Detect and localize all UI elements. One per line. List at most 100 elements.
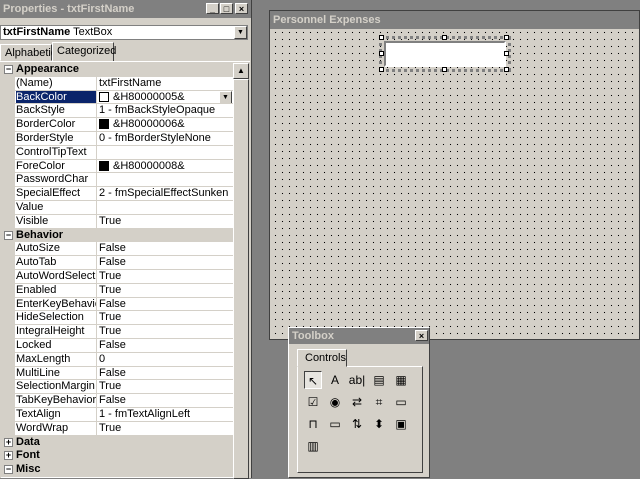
property-value[interactable]: True	[99, 270, 233, 283]
property-value[interactable]: False	[99, 367, 233, 380]
resize-handle[interactable]	[379, 51, 384, 56]
property-row[interactable]: Enabled True	[1, 283, 233, 298]
category-row[interactable]: − Misc	[1, 463, 233, 477]
commandbutton-icon[interactable]: ▭	[392, 393, 410, 411]
checkbox-icon[interactable]: ☑	[304, 393, 322, 411]
property-row[interactable]: BackStyle 1 - fmBackStyleOpaque	[1, 104, 233, 119]
property-row[interactable]: IntegralHeight True	[1, 325, 233, 339]
property-value[interactable]: &H80000008&	[99, 160, 233, 173]
frame-icon[interactable]: ⌗	[370, 393, 388, 411]
property-value[interactable]: True	[99, 215, 233, 228]
property-grid-scrollbar[interactable]: ▲	[233, 63, 249, 479]
property-row[interactable]: MultiLine False	[1, 366, 233, 381]
property-row[interactable]: ControlTipText	[1, 145, 233, 160]
property-row[interactable]: Visible True	[1, 214, 233, 229]
property-row[interactable]: HideSelection True	[1, 311, 233, 326]
property-value[interactable]: False	[99, 298, 233, 311]
combobox-icon[interactable]: ▤	[370, 371, 388, 389]
resize-handle[interactable]	[504, 67, 509, 72]
resize-handle[interactable]	[504, 35, 509, 40]
select-objects-icon[interactable]: ↖	[304, 371, 322, 389]
object-selector[interactable]: txtFirstName TextBox ▼	[0, 25, 248, 40]
spinbutton-icon[interactable]: ⬍	[370, 415, 388, 433]
property-value[interactable]: txtFirstName	[99, 77, 233, 90]
close-icon[interactable]: ×	[415, 330, 428, 341]
property-row[interactable]: MaxLength 0	[1, 352, 233, 367]
properties-titlebar[interactable]: Properties - txtFirstName _ □ ×	[0, 0, 251, 18]
property-value[interactable]: False	[99, 242, 233, 255]
expand-icon[interactable]: +	[4, 437, 13, 447]
property-value[interactable]	[99, 146, 233, 159]
chevron-down-icon[interactable]: ▼	[234, 26, 247, 39]
tab-controls[interactable]: Controls	[297, 349, 347, 367]
property-value[interactable]: False	[99, 394, 233, 407]
property-row[interactable]: Value	[1, 200, 233, 215]
expand-icon[interactable]: +	[4, 451, 13, 461]
refedit-icon[interactable]: ▥	[304, 437, 322, 455]
resize-handle[interactable]	[379, 67, 384, 72]
scroll-up-icon[interactable]: ▲	[233, 63, 249, 79]
resize-handle[interactable]	[442, 67, 447, 72]
collapse-icon[interactable]: −	[4, 465, 13, 475]
property-row[interactable]: TextAlign 1 - fmTextAlignLeft	[1, 407, 233, 422]
scroll-thumb[interactable]	[233, 79, 249, 479]
optionbutton-icon[interactable]: ◉	[326, 393, 344, 411]
textbox-icon[interactable]: ab|	[348, 371, 366, 389]
property-value[interactable]	[99, 201, 233, 214]
property-value[interactable]: True	[99, 311, 233, 324]
property-row[interactable]: AutoWordSelect True	[1, 269, 233, 284]
property-row[interactable]: BorderStyle 0 - fmBorderStyleNone	[1, 131, 233, 146]
property-value[interactable]: 0	[99, 353, 233, 366]
tab-alphabetic[interactable]: Alphabetic	[0, 44, 56, 61]
property-row[interactable]: ForeColor &H80000008&	[1, 159, 233, 174]
resize-handle[interactable]	[442, 35, 447, 40]
designer-titlebar[interactable]: Personnel Expenses	[270, 11, 639, 29]
property-row[interactable]: AutoSize False	[1, 242, 233, 257]
property-row[interactable]: SpecialEffect 2 - fmSpecialEffectSunken	[1, 187, 233, 201]
property-row[interactable]: BorderColor &H80000006&	[1, 118, 233, 132]
collapse-icon[interactable]: −	[4, 230, 13, 240]
txtfirstname-textbox[interactable]	[379, 36, 511, 72]
tabstrip-icon[interactable]: ⊓	[304, 415, 322, 433]
image-icon[interactable]: ▣	[392, 415, 410, 433]
property-row[interactable]: WordWrap True	[1, 421, 233, 436]
minimize-icon[interactable]: _	[206, 3, 219, 14]
label-icon[interactable]: A	[326, 371, 344, 389]
property-value[interactable]: &H80000005& ▼	[99, 90, 233, 104]
multipage-icon[interactable]: ▭	[326, 415, 344, 433]
property-row[interactable]: BackColor &H80000005& ▼	[1, 90, 233, 105]
collapse-icon[interactable]: −	[4, 65, 13, 74]
listbox-icon[interactable]: ▦	[392, 371, 410, 389]
property-row[interactable]: Locked False	[1, 338, 233, 353]
maximize-icon[interactable]: □	[220, 3, 233, 14]
category-row[interactable]: + Data	[1, 435, 233, 450]
tab-categorized[interactable]: Categorized	[52, 42, 116, 62]
togglebutton-icon[interactable]: ⇄	[348, 393, 366, 411]
resize-handle[interactable]	[379, 35, 384, 40]
toolbox-titlebar[interactable]: Toolbox ×	[289, 328, 429, 344]
property-value[interactable]: 1 - fmTextAlignLeft	[99, 408, 233, 421]
category-row[interactable]: − Behavior	[1, 228, 233, 243]
property-row[interactable]: (Name) txtFirstName	[1, 76, 233, 91]
category-row[interactable]: − Appearance	[1, 63, 233, 77]
property-value[interactable]: 0 - fmBorderStyleNone	[99, 132, 233, 145]
property-value[interactable]: 1 - fmBackStyleOpaque	[99, 104, 233, 117]
property-value[interactable]	[99, 173, 233, 186]
category-row[interactable]: + Font	[1, 449, 233, 464]
property-value[interactable]: True	[99, 422, 233, 435]
property-row[interactable]: PasswordChar	[1, 173, 233, 188]
scrollbar-icon[interactable]: ⇅	[348, 415, 366, 433]
property-value[interactable]: True	[99, 380, 233, 393]
property-row[interactable]: AutoTab False	[1, 256, 233, 270]
property-row[interactable]: SelectionMargin True	[1, 380, 233, 395]
property-value[interactable]: 2 - fmSpecialEffectSunken	[99, 187, 233, 200]
property-value[interactable]: &H80000006&	[99, 118, 233, 131]
property-value[interactable]: False	[99, 256, 233, 269]
property-value[interactable]: True	[99, 325, 233, 338]
form-canvas[interactable]	[272, 29, 639, 339]
property-row[interactable]: TabKeyBehavior False	[1, 394, 233, 408]
property-value[interactable]: False	[99, 339, 233, 352]
resize-handle[interactable]	[504, 51, 509, 56]
close-icon[interactable]: ×	[235, 3, 248, 14]
property-value[interactable]: True	[99, 284, 233, 297]
